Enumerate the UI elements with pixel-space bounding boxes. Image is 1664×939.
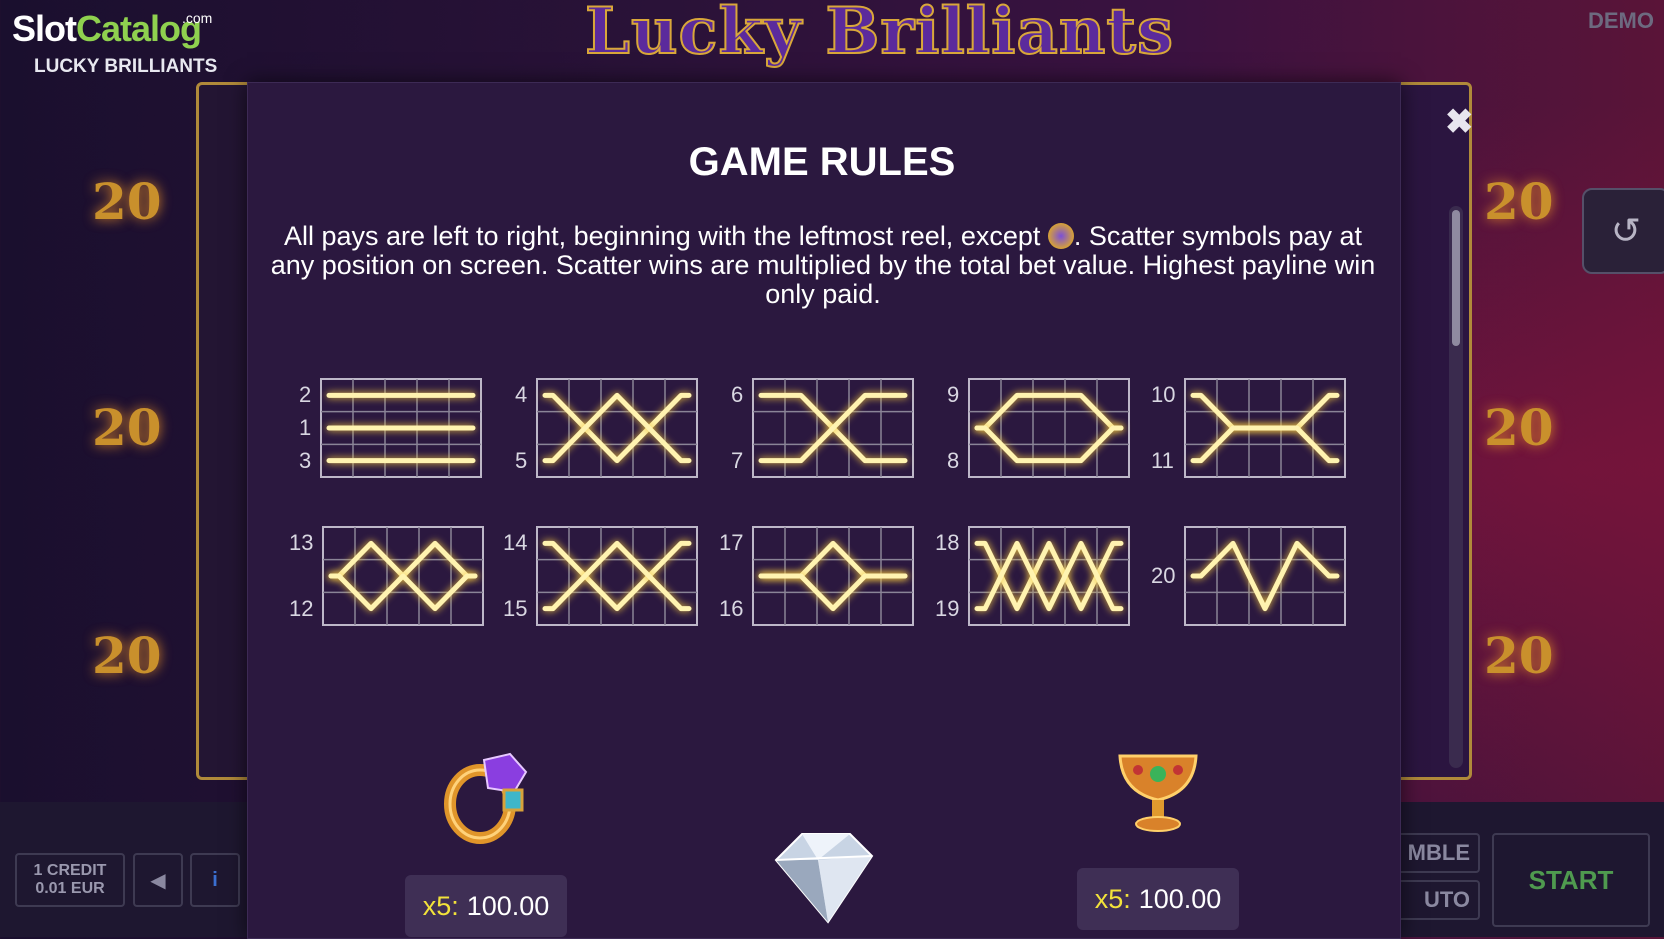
close-icon: ✖ [1445, 103, 1474, 141]
payline-diagram-4 [968, 378, 1130, 478]
payline-number: 15 [503, 595, 528, 621]
close-button[interactable]: ✖ [1445, 102, 1474, 142]
payline-diagram-3 [752, 378, 914, 478]
payline-number: 4 [515, 382, 528, 408]
history-icon: ↺ [1610, 210, 1642, 251]
payline-diagram-5 [1184, 378, 1346, 478]
payline-diagram-1 [320, 378, 482, 478]
payline-line [1190, 540, 1340, 612]
sound-button[interactable]: ◀ [133, 853, 183, 907]
payline-number: 3 [299, 447, 312, 473]
payline-number: 9 [947, 382, 960, 408]
goblet-payout: 100.00 [1138, 883, 1222, 914]
payline-number: 6 [731, 382, 744, 408]
payline-number: 12 [289, 595, 314, 621]
start-button[interactable]: START [1492, 833, 1650, 927]
goblet-multiplier: x5: [1094, 883, 1131, 914]
diamond-icon [766, 826, 880, 926]
payline-number: 8 [947, 447, 960, 473]
payline-diagram-10 [1184, 526, 1346, 626]
game-rules-modal [247, 82, 1401, 939]
modal-title: GAME RULES [688, 140, 956, 184]
payline-diagram-2 [536, 378, 698, 478]
payline-number: 20 [1151, 563, 1176, 588]
payline-line [542, 392, 692, 464]
payline-diagram-8 [752, 526, 914, 626]
game-name: LUCKY BRILLIANTS [34, 56, 218, 77]
payline-number: 7 [731, 447, 744, 473]
rules-text: All pays are left to right, beginning wi… [270, 222, 1376, 309]
payline-diagram-7 [536, 526, 698, 626]
payline-line [542, 540, 692, 612]
payline-number: 17 [719, 530, 744, 556]
demo-label: DEMO [1588, 8, 1654, 33]
payline-count-right-2: 20 [1484, 398, 1554, 457]
info-icon: i [212, 868, 218, 891]
crown-icon [1047, 222, 1074, 249]
scrollbar-thumb[interactable] [1452, 210, 1460, 346]
ring-payout: 100.00 [466, 890, 550, 921]
payline-count-left-2: 20 [92, 398, 162, 457]
payline-line [974, 540, 1124, 612]
payline-count-right-3: 20 [1484, 626, 1554, 685]
gamble-button[interactable]: MBLE [1390, 833, 1480, 873]
payline-number: 10 [1151, 382, 1176, 408]
speaker-icon: ◀ [150, 869, 166, 892]
game-logo-title: Lucky Brilliants [584, 0, 1174, 70]
payline-number: 18 [935, 530, 960, 556]
payline-count-left-3: 20 [92, 626, 162, 685]
ring-multiplier: x5: [422, 890, 459, 921]
payline-line [542, 392, 692, 464]
goblet-icon [1106, 742, 1210, 838]
brand-dotcom: .com [182, 10, 213, 26]
paytable-goblet: x5: 100.00 [1077, 868, 1239, 930]
payline-line [542, 540, 692, 612]
credit-amount: 1 CREDIT [33, 862, 107, 879]
payline-number: 14 [503, 530, 528, 556]
payline-number: 19 [935, 595, 960, 621]
info-button[interactable]: i [190, 853, 240, 907]
paytable-ring: x5: 100.00 [405, 875, 567, 937]
payline-number: 2 [299, 382, 312, 408]
brand-name-part1: Slot [12, 8, 77, 49]
payline-number: 5 [515, 447, 528, 473]
payline-line [758, 392, 908, 464]
payline-number: 1 [299, 415, 312, 440]
brand-logo: SlotCatalog .com LUCKY BRILLIANTS [12, 8, 217, 77]
payline-diagram-6 [322, 526, 484, 626]
rules-text-part1: All pays are left to right, beginning wi… [283, 221, 1041, 251]
history-button[interactable]: ↺ [1582, 188, 1664, 274]
ring-icon [440, 748, 532, 844]
auto-button[interactable]: UTO [1390, 880, 1480, 920]
payline-number: 16 [719, 595, 744, 621]
credit-selector[interactable]: 1 CREDIT 0.01 EUR [15, 853, 125, 907]
credit-value: 0.01 EUR [35, 880, 105, 897]
payline-number: 11 [1151, 447, 1174, 473]
payline-number: 13 [289, 530, 314, 556]
payline-diagram-9 [968, 526, 1130, 626]
